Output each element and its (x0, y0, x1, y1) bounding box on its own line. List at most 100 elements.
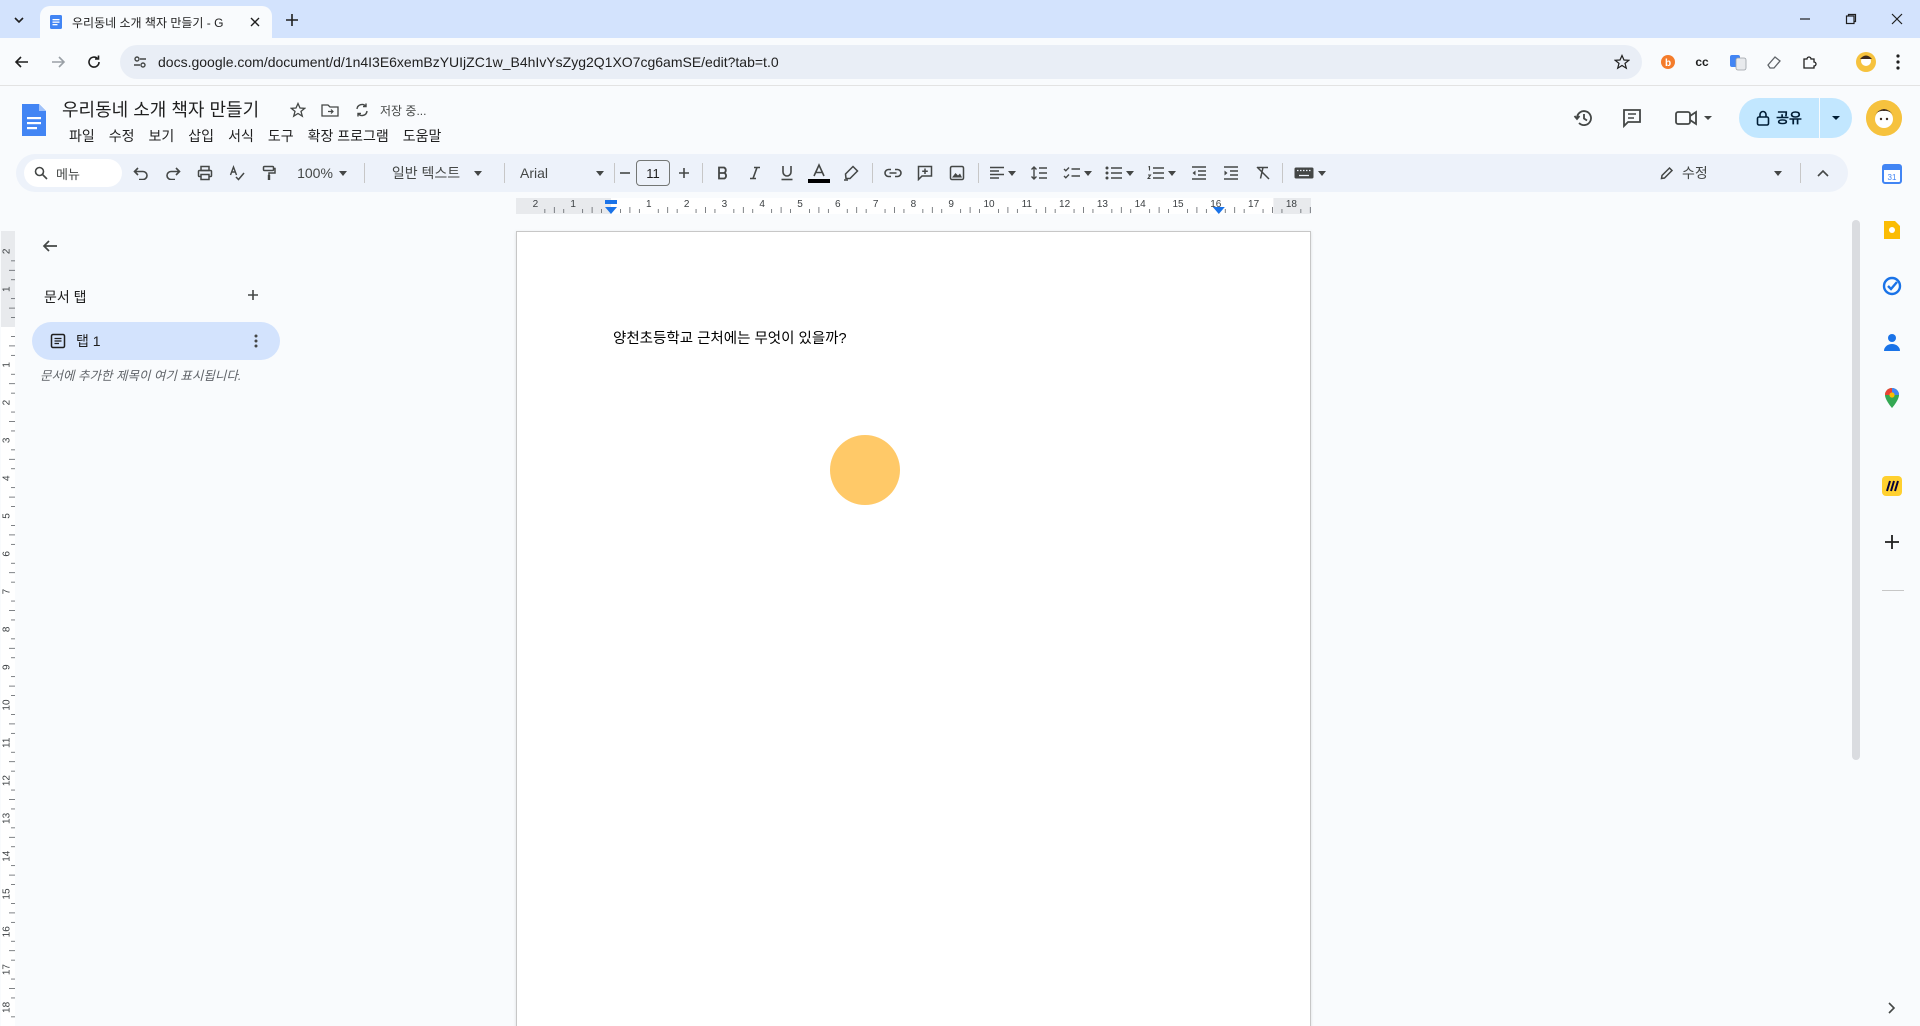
zoom-select[interactable]: 100% (290, 159, 354, 187)
account-avatar[interactable] (1866, 100, 1902, 136)
get-addons-button[interactable] (1880, 530, 1904, 554)
contacts-app-icon[interactable] (1880, 330, 1904, 354)
highlight-color-button[interactable] (838, 159, 864, 187)
sync-status-icon[interactable] (352, 100, 372, 120)
editing-mode-select[interactable]: 수정 (1646, 159, 1794, 187)
bookmark-star-icon[interactable] (1614, 54, 1630, 70)
redo-button[interactable] (160, 159, 186, 187)
meet-button[interactable] (1670, 102, 1718, 134)
folder-move-icon (321, 104, 339, 117)
spelling-check-button[interactable] (224, 159, 250, 187)
menu-edit[interactable]: 수정 (102, 124, 142, 148)
menu-format[interactable]: 서식 (221, 124, 261, 148)
collapse-menus-button[interactable] (1810, 159, 1836, 187)
underline-button[interactable] (774, 159, 800, 187)
insert-comment-button[interactable] (912, 159, 938, 187)
document-scrollbar[interactable] (1852, 220, 1860, 760)
window-close-button[interactable] (1874, 0, 1920, 38)
extensions-puzzle-icon[interactable] (1798, 50, 1822, 74)
align-button[interactable] (986, 159, 1018, 187)
document-body-text[interactable]: 양천초등학교 근처에는 무엇이 있을까? (613, 327, 847, 348)
decrease-font-size-button[interactable] (616, 159, 634, 187)
document-page[interactable]: 양천초등학교 근처에는 무엇이 있을까? (516, 231, 1311, 1026)
text-color-button[interactable] (806, 159, 832, 187)
profile-avatar-icon[interactable] (1854, 50, 1878, 74)
increase-indent-button[interactable] (1218, 159, 1244, 187)
input-tools-button[interactable] (1290, 159, 1330, 187)
calendar-app-icon[interactable]: 31 (1880, 162, 1904, 186)
menu-view[interactable]: 보기 (142, 124, 182, 148)
tab-search-button[interactable] (6, 8, 32, 32)
italic-button[interactable] (742, 159, 768, 187)
hide-side-panel-button[interactable] (1880, 996, 1904, 1020)
zoom-value: 100% (297, 165, 333, 181)
ruler-label: 8 (2, 626, 13, 632)
star-icon (290, 102, 306, 118)
paint-format-button[interactable] (256, 159, 282, 187)
reload-button[interactable] (80, 48, 108, 76)
tab-close-button[interactable] (246, 13, 264, 31)
extension-hanword-icon[interactable]: b (1656, 50, 1680, 74)
keep-app-icon[interactable] (1880, 218, 1904, 242)
numbered-list-button[interactable] (1144, 159, 1178, 187)
maps-app-icon[interactable] (1880, 386, 1904, 410)
insert-link-button[interactable] (880, 159, 906, 187)
checklist-button[interactable] (1060, 159, 1094, 187)
url-text[interactable]: docs.google.com/document/d/1n4I3E6xemBzY… (158, 54, 1614, 70)
menu-insert[interactable]: 삽입 (181, 124, 221, 148)
vertical-ruler[interactable]: 21123456789101112131415161718 (0, 216, 16, 1026)
close-outline-button[interactable] (36, 232, 64, 260)
horizontal-ruler[interactable]: 2 1 1 2 3 4 5 6 7 8 9 10 11 12 13 14 15 16 17 18 (16, 196, 1848, 216)
menu-tools[interactable]: 도구 (261, 124, 301, 148)
site-info-icon[interactable] (132, 54, 148, 70)
chrome-menu-button[interactable] (1886, 50, 1910, 74)
minimize-button[interactable] (1782, 0, 1828, 38)
font-size-input[interactable]: 11 (636, 160, 670, 186)
extension-cc-icon[interactable]: cc (1690, 50, 1714, 74)
docs-logo-icon[interactable] (20, 102, 48, 138)
line-spacing-button[interactable] (1026, 159, 1052, 187)
menu-search-input[interactable]: 메뉴 (24, 159, 122, 187)
browser-tab-active[interactable]: 우리동네 소개 책자 만들기 - G (40, 6, 272, 38)
toolbar-divider (872, 163, 873, 183)
restore-button[interactable] (1828, 0, 1874, 38)
version-history-button[interactable] (1568, 102, 1600, 134)
extension-eraser-icon[interactable] (1762, 50, 1786, 74)
ruler-label: 17 (1248, 199, 1260, 210)
move-button[interactable] (320, 100, 340, 120)
comments-button[interactable] (1616, 102, 1648, 134)
share-button[interactable]: 공유 (1739, 98, 1819, 138)
menu-extensions[interactable]: 확장 프로그램 (301, 124, 396, 148)
menu-file[interactable]: 파일 (62, 124, 102, 148)
increase-font-size-button[interactable] (674, 159, 694, 187)
menu-help[interactable]: 도움말 (396, 124, 449, 148)
extension-translate-icon[interactable] (1726, 50, 1750, 74)
toolbar-divider (1800, 163, 1801, 183)
back-button[interactable] (8, 48, 36, 76)
decrease-indent-button[interactable] (1186, 159, 1212, 187)
history-icon (1573, 110, 1592, 126)
address-bar[interactable]: docs.google.com/document/d/1n4I3E6xemBzY… (120, 45, 1642, 79)
bold-button[interactable] (710, 159, 736, 187)
document-tab-item[interactable]: 탭 1 (32, 322, 280, 360)
undo-button[interactable] (128, 159, 154, 187)
document-title[interactable]: 우리동네 소개 책자 만들기 (62, 96, 259, 122)
star-button[interactable] (288, 100, 308, 120)
bulleted-list-button[interactable] (1102, 159, 1136, 187)
paragraph-style-select[interactable]: 일반 텍스트 (378, 159, 496, 187)
clear-formatting-button[interactable] (1250, 159, 1276, 187)
add-tab-button[interactable] (242, 284, 264, 306)
share-dropdown-button[interactable] (1820, 98, 1852, 138)
miro-app-icon[interactable] (1880, 474, 1904, 498)
tasks-app-icon[interactable] (1880, 274, 1904, 298)
forward-button[interactable] (44, 48, 72, 76)
insert-image-button[interactable] (944, 159, 970, 187)
ruler-label: 2 (2, 248, 13, 254)
print-button[interactable] (192, 159, 218, 187)
font-family-select[interactable]: Arial (512, 159, 612, 187)
new-tab-button[interactable] (280, 8, 304, 32)
menu-bar: 파일 수정 보기 삽입 서식 도구 확장 프로그램 도움말 (62, 124, 448, 148)
avatar-image-icon (1866, 100, 1902, 136)
tab-options-button[interactable] (242, 327, 270, 355)
first-line-indent-marker[interactable] (605, 200, 617, 204)
